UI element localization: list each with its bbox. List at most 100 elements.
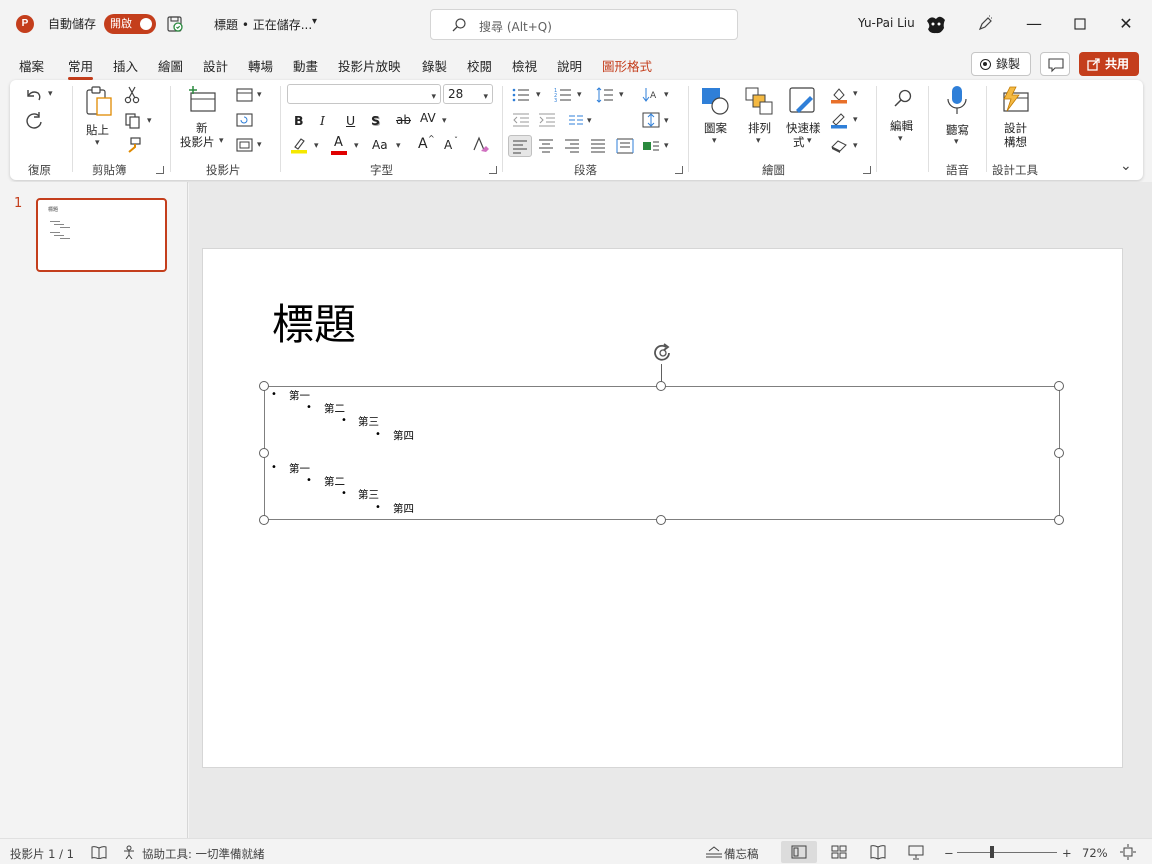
text-direction-icon[interactable]: A	[642, 87, 660, 103]
reading-view-icon[interactable]	[870, 844, 886, 860]
slide-title[interactable]: 標題	[272, 300, 356, 350]
bullet-level-1[interactable]: 第一	[289, 388, 310, 403]
tab-insert[interactable]: 插入	[113, 56, 138, 75]
maximize-icon[interactable]	[1070, 14, 1090, 34]
resize-handle-se[interactable]	[1054, 515, 1064, 525]
layout-icon[interactable]	[236, 88, 254, 102]
clipboard-launcher-icon[interactable]	[156, 166, 164, 174]
drawing-launcher-icon[interactable]	[863, 166, 871, 174]
text-shadow-button[interactable]: S	[371, 113, 380, 128]
chevron-down-icon[interactable]: ▾	[712, 136, 717, 146]
align-text-icon[interactable]	[642, 112, 660, 128]
notes-button[interactable]: 備忘稿	[724, 846, 759, 862]
undo-icon[interactable]	[24, 86, 44, 104]
numbering-icon[interactable]: 123	[554, 87, 572, 103]
shrink-font-button[interactable]: A	[444, 138, 452, 152]
format-painter-icon[interactable]	[124, 136, 142, 154]
tab-design[interactable]: 設計	[203, 56, 228, 75]
find-icon[interactable]	[892, 88, 914, 110]
bold-button[interactable]: B	[294, 113, 304, 128]
cut-icon[interactable]	[124, 86, 140, 104]
copy-icon[interactable]	[124, 112, 142, 130]
resize-handle-e[interactable]	[1054, 448, 1064, 458]
paste-label[interactable]: 貼上	[86, 122, 109, 138]
resize-handle-nw[interactable]	[259, 381, 269, 391]
font-name-combobox[interactable]: ▾	[287, 84, 441, 104]
reset-slide-icon[interactable]	[236, 113, 254, 127]
quick-styles-icon[interactable]	[788, 86, 820, 116]
tab-slideshow[interactable]: 投影片放映	[338, 56, 401, 75]
designer-label-2[interactable]: 構想	[1004, 134, 1027, 150]
minimize-icon[interactable]: —	[1024, 14, 1044, 34]
font-size-combobox[interactable]: 28 ▾	[443, 84, 493, 104]
resize-handle-n[interactable]	[656, 381, 666, 391]
bullet-level-3[interactable]: 第三	[358, 414, 379, 429]
chevron-down-icon[interactable]: ▾	[664, 90, 669, 100]
justify-icon[interactable]	[590, 139, 606, 153]
increase-indent-icon[interactable]	[538, 113, 556, 127]
grow-font-button[interactable]: A	[418, 136, 428, 152]
slide-sorter-icon[interactable]	[831, 844, 847, 860]
font-launcher-icon[interactable]	[489, 166, 497, 174]
chevron-down-icon[interactable]: ▾	[147, 116, 152, 126]
tab-record[interactable]: 錄製	[422, 56, 447, 75]
bullet-level-2[interactable]: 第二	[324, 401, 345, 416]
chevron-down-icon[interactable]: ▾	[536, 90, 541, 100]
strikethrough-button[interactable]: ab	[396, 113, 411, 127]
tab-file[interactable]: 檔案	[19, 56, 44, 75]
chevron-down-icon[interactable]: ▾	[577, 90, 582, 100]
zoom-in-button[interactable]: +	[1062, 846, 1072, 860]
tab-help[interactable]: 說明	[557, 56, 582, 75]
chevron-down-icon[interactable]: ▾	[898, 134, 903, 144]
normal-view-button[interactable]	[781, 841, 817, 863]
shape-fill-icon[interactable]	[830, 86, 848, 104]
shape-outline-icon[interactable]	[830, 111, 848, 129]
share-button[interactable]: 共用	[1079, 52, 1139, 76]
chevron-down-icon[interactable]: ▾	[442, 116, 447, 126]
document-title[interactable]: 標題 • 正在儲存...	[214, 16, 312, 33]
chevron-down-icon[interactable]: ▾	[853, 89, 858, 99]
chevron-down-icon[interactable]: ▾	[587, 116, 592, 126]
close-icon[interactable]: ✕	[1116, 14, 1136, 34]
microphone-icon[interactable]	[946, 85, 968, 117]
convert-smartart-icon[interactable]	[642, 138, 660, 154]
bullet-level-4[interactable]: 第四	[393, 501, 414, 516]
chevron-down-icon[interactable]: ▾	[807, 136, 812, 146]
editing-label[interactable]: 編輯	[890, 118, 913, 134]
tab-shape-format[interactable]: 圖形格式	[602, 56, 652, 75]
slide-thumbnail[interactable]: 標題	[36, 198, 167, 272]
zoom-slider[interactable]	[957, 852, 1057, 853]
tab-transitions[interactable]: 轉場	[248, 56, 273, 75]
new-slide-label-2[interactable]: 投影片	[180, 134, 215, 150]
avatar[interactable]	[924, 13, 948, 37]
content-placeholder[interactable]: • 第一 • 第二 • 第三 • 第四 • 第一 • 第二 • 第三 • 第四	[264, 386, 1060, 520]
decrease-indent-icon[interactable]	[512, 113, 530, 127]
chevron-down-icon[interactable]: ▾	[314, 141, 319, 151]
save-sync-icon[interactable]	[166, 15, 184, 33]
section-icon[interactable]	[236, 138, 254, 152]
arrange-icon[interactable]	[744, 86, 774, 116]
quick-styles-label-2[interactable]: 式	[793, 134, 805, 150]
pen-icon[interactable]	[976, 15, 994, 33]
align-left-button[interactable]	[508, 135, 532, 157]
tab-view[interactable]: 檢視	[512, 56, 537, 75]
paste-icon[interactable]	[84, 86, 114, 118]
chevron-down-icon[interactable]: ▾	[257, 140, 262, 150]
columns-icon[interactable]	[568, 114, 584, 126]
resize-handle-ne[interactable]	[1054, 381, 1064, 391]
tab-home[interactable]: 常用	[68, 56, 94, 80]
distributed-icon[interactable]	[616, 138, 634, 154]
bullet-level-1[interactable]: 第一	[289, 461, 310, 476]
zoom-slider-thumb[interactable]	[990, 846, 994, 858]
arrange-label[interactable]: 排列	[748, 120, 771, 136]
chevron-down-icon[interactable]: ▾	[257, 90, 262, 100]
resize-handle-w[interactable]	[259, 448, 269, 458]
search-input[interactable]: 搜尋 (Alt+Q)	[430, 9, 738, 40]
bullets-icon[interactable]	[512, 87, 530, 103]
chevron-down-icon[interactable]: ▾	[219, 136, 224, 146]
bullet-level-4[interactable]: 第四	[393, 428, 414, 443]
chevron-down-icon[interactable]: ▾	[853, 141, 858, 151]
slide-count[interactable]: 投影片 1 / 1	[10, 846, 74, 862]
shapes-icon[interactable]	[700, 86, 732, 116]
shape-effects-icon[interactable]	[830, 137, 848, 153]
